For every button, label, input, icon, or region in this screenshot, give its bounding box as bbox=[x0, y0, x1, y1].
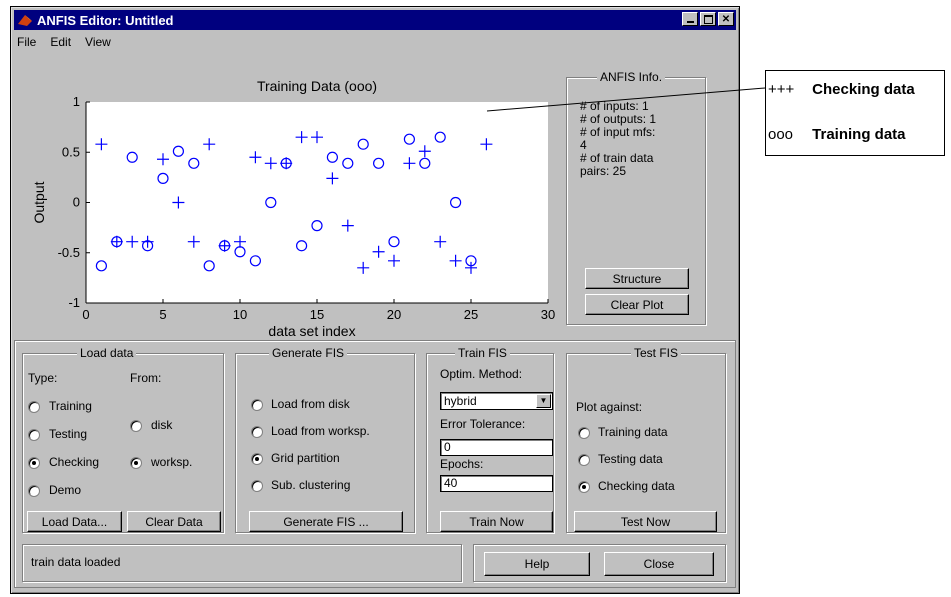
callout-row-training: ooo Training data bbox=[768, 126, 906, 143]
callout-row-checking: +++ Checking data bbox=[768, 81, 915, 98]
callout-training-symbol: ooo bbox=[768, 126, 794, 143]
callout-checking-symbol: +++ bbox=[768, 81, 795, 98]
callout-checking-text: Checking data bbox=[812, 81, 915, 98]
callout-training-text: Training data bbox=[812, 126, 906, 143]
legend-callout: +++ Checking data ooo Training data bbox=[765, 70, 945, 156]
